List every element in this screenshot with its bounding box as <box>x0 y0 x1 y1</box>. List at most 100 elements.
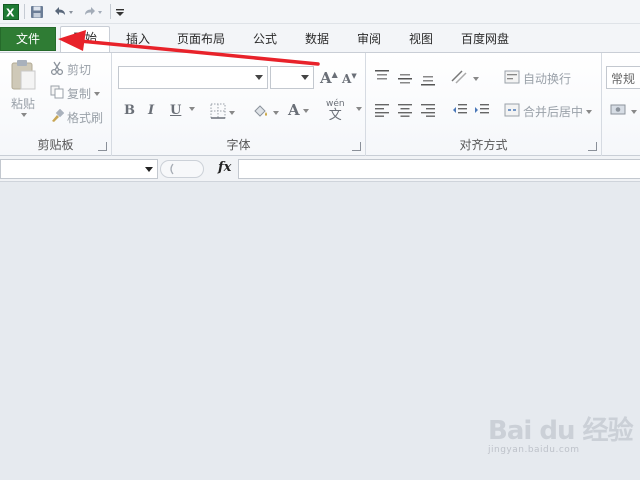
tab-insert[interactable]: 插入 <box>118 28 158 52</box>
splitter-handle-icon <box>170 163 174 175</box>
increase-indent-icon <box>474 103 490 120</box>
format-painter-label: 格式刷 <box>67 111 104 125</box>
quick-access-toolbar: X <box>0 0 640 24</box>
number-format-value: 常规 <box>611 72 636 86</box>
tab-baidu-netdisk[interactable]: 百度网盘 <box>452 28 518 52</box>
formula-input[interactable] <box>238 159 640 179</box>
watermark: Bai du 经验 jingyan.baidu.com <box>488 410 633 455</box>
formula-controls: fx <box>160 159 236 179</box>
cut-label: 剪切 <box>67 63 92 77</box>
wrap-text-button[interactable]: 自动换行 <box>504 69 571 88</box>
alignment-launcher-icon[interactable] <box>588 142 597 151</box>
decrease-indent-button[interactable] <box>452 103 468 120</box>
paste-button[interactable] <box>8 59 38 91</box>
format-painter-button[interactable]: 格式刷 <box>50 108 104 126</box>
copy-icon <box>50 85 64 102</box>
tab-review[interactable]: 审阅 <box>348 28 390 52</box>
shrink-font-button[interactable]: A▼ <box>342 71 357 86</box>
chevron-down-icon <box>145 167 153 172</box>
accounting-format-button[interactable] <box>610 103 637 120</box>
tab-data[interactable]: 数据 <box>296 28 338 52</box>
decrease-indent-icon <box>452 103 468 120</box>
tab-page-layout[interactable]: 页面布局 <box>168 28 234 52</box>
number-format-combo[interactable]: 常规 <box>606 66 640 89</box>
clipboard-group: 粘贴 剪切 复制 格式刷 剪贴板 <box>0 53 112 156</box>
merge-center-label: 合并后居中 <box>523 105 584 119</box>
chevron-down-icon <box>255 75 263 80</box>
clipboard-group-label: 剪贴板 <box>37 138 74 152</box>
ribbon-home: 粘贴 剪切 复制 格式刷 剪贴板 A▲ A▼ B I U A wén 文 字体 … <box>0 52 640 156</box>
borders-icon <box>210 103 226 122</box>
orientation-button[interactable] <box>450 69 479 88</box>
undo-icon[interactable] <box>51 3 75 20</box>
italic-button[interactable]: I <box>148 103 154 118</box>
phonetic-glyph: 文 <box>328 108 342 123</box>
wrap-text-icon <box>504 69 520 88</box>
currency-icon <box>610 103 628 120</box>
increase-indent-button[interactable] <box>474 103 490 120</box>
scissors-icon <box>50 61 64 78</box>
cut-button[interactable]: 剪切 <box>50 61 91 78</box>
paste-dropdown-icon[interactable] <box>18 113 27 117</box>
font-name-combo[interactable] <box>118 66 268 89</box>
borders-button[interactable] <box>210 103 235 122</box>
underline-button[interactable]: U <box>170 103 181 118</box>
paste-label: 粘贴 <box>11 97 36 111</box>
insert-function-button[interactable]: fx <box>218 160 231 175</box>
bold-button[interactable]: B <box>124 103 135 118</box>
merge-center-button[interactable]: 合并后居中 <box>504 103 593 120</box>
excel-icon[interactable]: X <box>2 3 20 20</box>
tab-view[interactable]: 视图 <box>400 28 442 52</box>
align-right-icon <box>420 103 436 120</box>
clipboard-launcher-icon[interactable] <box>98 142 107 151</box>
format-painter-icon <box>50 108 65 126</box>
align-right-button[interactable] <box>420 103 436 120</box>
font-color-label: A <box>288 101 300 119</box>
paste-icon <box>11 60 36 90</box>
tab-home[interactable]: 开始 <box>60 26 110 53</box>
tab-file[interactable]: 文件 <box>0 27 56 51</box>
alignment-group: 自动换行 合并后居中 对齐方式 <box>366 53 602 156</box>
fill-color-button[interactable] <box>252 103 279 122</box>
font-color-button[interactable]: A <box>288 101 309 119</box>
align-center-icon <box>397 103 413 120</box>
align-top-button[interactable] <box>374 69 390 86</box>
align-center-button[interactable] <box>397 103 413 120</box>
wrap-text-label: 自动换行 <box>523 72 572 86</box>
grow-font-label: A <box>320 69 332 87</box>
shrink-font-label: A <box>342 72 352 86</box>
align-middle-button[interactable] <box>397 71 413 88</box>
save-icon[interactable] <box>29 3 45 20</box>
customize-qat-icon[interactable] <box>114 3 126 20</box>
qat-separator <box>110 4 111 19</box>
font-group-label: 字体 <box>226 138 251 152</box>
copy-button[interactable]: 复制 <box>50 85 101 102</box>
underline-dropdown-icon[interactable] <box>186 107 195 111</box>
name-box[interactable] <box>0 159 158 179</box>
formula-bar: fx <box>0 156 640 182</box>
text-orientation-icon <box>450 69 470 88</box>
alignment-group-label: 对齐方式 <box>459 138 508 152</box>
font-size-combo[interactable] <box>270 66 314 89</box>
copy-label: 复制 <box>67 87 92 101</box>
tab-formulas[interactable]: 公式 <box>244 28 286 52</box>
phonetic-button[interactable]: wén 文 <box>326 99 345 122</box>
grow-font-button[interactable]: A▲ <box>320 69 338 87</box>
align-top-icon <box>374 69 390 86</box>
font-launcher-icon[interactable] <box>352 142 361 151</box>
align-bottom-button[interactable] <box>420 73 436 90</box>
redo-icon[interactable] <box>81 3 105 20</box>
svg-text:X: X <box>6 6 15 19</box>
merge-cells-icon <box>504 103 520 120</box>
watermark-logo: Bai du 经验 <box>488 416 633 446</box>
ribbon-tab-bar: 文件 开始 插入 页面布局 公式 数据 审阅 视图 百度网盘 <box>0 24 640 53</box>
formula-bar-splitter[interactable] <box>160 160 204 178</box>
align-left-icon <box>374 103 390 120</box>
align-left-button[interactable] <box>374 103 390 120</box>
chevron-down-icon <box>301 75 309 80</box>
align-bottom-icon <box>420 73 436 90</box>
phonetic-dropdown-icon[interactable] <box>353 107 362 111</box>
number-group: 常规 <box>602 53 640 156</box>
font-group: A▲ A▼ B I U A wén 文 字体 <box>112 53 366 156</box>
align-middle-icon <box>397 71 413 88</box>
